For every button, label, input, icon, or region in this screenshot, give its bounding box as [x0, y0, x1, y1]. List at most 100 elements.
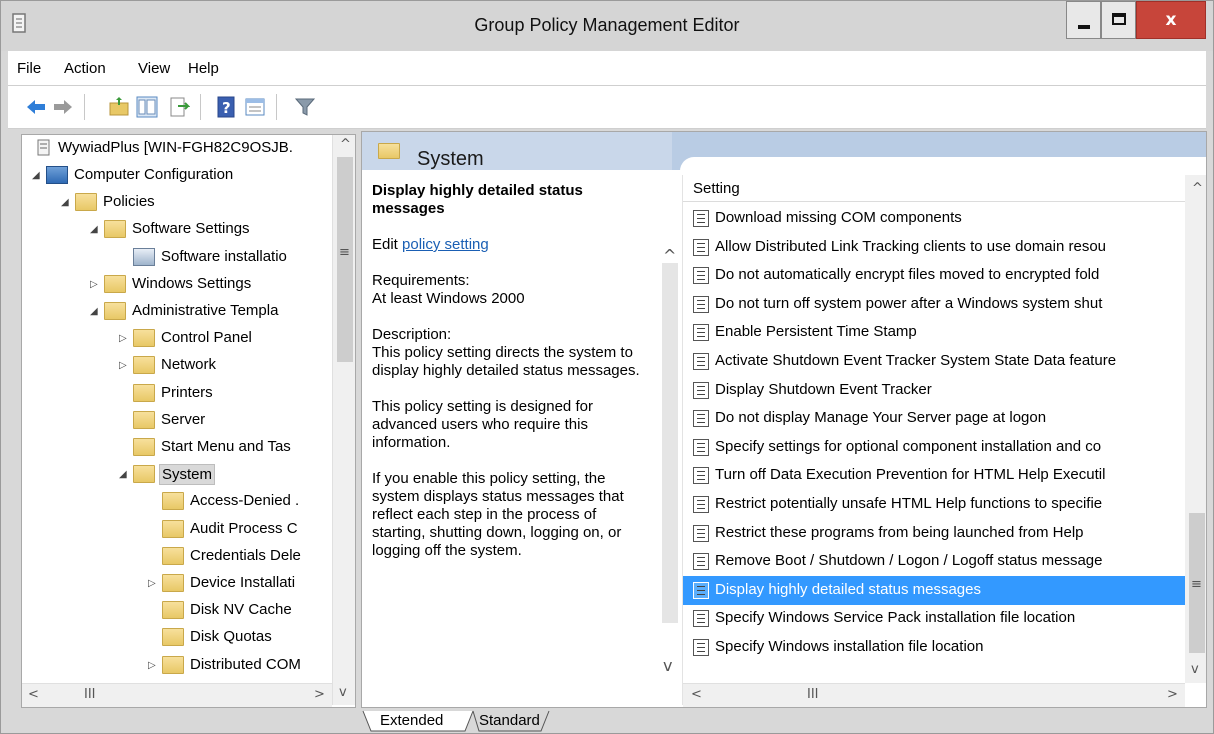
setting-row[interactable]: Enable Persistent Time Stamp: [683, 318, 1185, 347]
close-button[interactable]: x: [1136, 1, 1206, 39]
scroll-down-icon[interactable]: v: [1191, 662, 1199, 677]
column-header-setting[interactable]: Setting: [683, 175, 1185, 202]
setting-label: Enable Persistent Time Stamp: [715, 323, 917, 341]
setting-row[interactable]: Allow Distributed Link Tracking clients …: [683, 233, 1185, 262]
tree-item[interactable]: ◢ Computer Configuration: [32, 164, 352, 191]
maximize-icon: [1112, 13, 1126, 25]
setting-row[interactable]: Display highly detailed status messages: [683, 575, 1185, 605]
scroll-up-icon[interactable]: ^: [340, 137, 351, 152]
menu-action[interactable]: Action: [64, 60, 106, 77]
expand-arrow-icon[interactable]: ▷: [119, 360, 129, 372]
show-hide-tree-icon[interactable]: [136, 96, 158, 118]
collapse-arrow-icon[interactable]: ◢: [119, 469, 129, 481]
tree-vertical-scrollbar[interactable]: ^ ≡ v: [332, 135, 355, 705]
scroll-right-icon[interactable]: >: [1167, 687, 1178, 702]
scroll-left-icon[interactable]: <: [28, 687, 39, 702]
tree-item[interactable]: ▷ Network: [119, 354, 355, 381]
requirements-label: Requirements:: [372, 272, 470, 289]
settings-horizontal-scrollbar[interactable]: < III >: [683, 683, 1185, 707]
setting-row[interactable]: Specify Windows installation file locati…: [683, 633, 1185, 662]
tree-item[interactable]: ▷ Distributed COM: [148, 654, 355, 681]
tree-item[interactable]: Credentials Dele: [148, 545, 355, 572]
setting-row[interactable]: Display Shutdown Event Tracker: [683, 376, 1185, 405]
tree-item[interactable]: ◢ Administrative Templa: [90, 300, 355, 327]
filter-icon[interactable]: [294, 96, 316, 118]
export-list-icon[interactable]: [168, 96, 190, 118]
tree-item[interactable]: Start Menu and Tas: [119, 436, 355, 463]
tree-item[interactable]: ◢ System: [119, 463, 355, 490]
setting-label: Specify Windows installation file locati…: [715, 638, 984, 655]
tree-item-label: Printers: [161, 383, 213, 401]
setting-row[interactable]: Restrict potentially unsafe HTML Help fu…: [683, 490, 1185, 519]
view-tabs: Extended Standard: [361, 709, 1207, 733]
scroll-down-icon[interactable]: v: [339, 685, 347, 700]
maximize-button[interactable]: [1101, 1, 1136, 39]
setting-label: Do not turn off system power after a Win…: [715, 294, 1103, 312]
collapse-arrow-icon[interactable]: ◢: [61, 197, 71, 209]
setting-row[interactable]: Activate Shutdown Event Tracker System S…: [683, 347, 1185, 376]
tree-item[interactable]: ▷ Control Panel: [119, 327, 355, 354]
setting-row[interactable]: Restrict these programs from being launc…: [683, 519, 1185, 548]
setting-row[interactable]: Remove Boot / Shutdown / Logon / Logoff …: [683, 547, 1185, 576]
setting-label: Allow Distributed Link Tracking clients …: [715, 237, 1107, 255]
setting-row[interactable]: Specify Windows Service Pack installatio…: [683, 604, 1185, 633]
properties-icon[interactable]: [244, 96, 266, 118]
forward-arrow-icon[interactable]: [52, 96, 74, 118]
tree-item[interactable]: Audit Process C: [148, 518, 355, 545]
setting-row[interactable]: Do not automatically encrypt files moved…: [683, 261, 1185, 290]
menu-help[interactable]: Help: [188, 60, 219, 77]
policy-setting-icon: [693, 438, 709, 456]
tree-item-label: Network: [161, 356, 217, 374]
tree-root[interactable]: WywiadPlus [WIN-FGH82C9OSJB.: [36, 137, 336, 164]
help-icon[interactable]: ?: [216, 96, 238, 118]
expand-arrow-icon[interactable]: ▷: [148, 660, 158, 672]
tab-extended[interactable]: Extended: [380, 709, 443, 733]
tree-item[interactable]: ▷ Windows Settings: [90, 273, 355, 300]
tree-item[interactable]: ▷ Device Installati: [148, 572, 355, 599]
collapse-arrow-icon[interactable]: ◢: [90, 306, 100, 318]
scroll-grip-icon: III: [807, 687, 819, 702]
tree-item[interactable]: ◢ Policies: [61, 191, 355, 218]
description-scrollbar[interactable]: ^ v: [658, 228, 682, 678]
tree-item[interactable]: ◢ Software Settings: [90, 218, 355, 245]
requirements-value: At least Windows 2000: [372, 290, 525, 307]
setting-row[interactable]: Download missing COM components: [683, 204, 1185, 233]
setting-label: Download missing COM components: [715, 209, 962, 226]
collapse-arrow-icon[interactable]: ◢: [32, 170, 42, 182]
expand-arrow-icon[interactable]: ▷: [148, 578, 158, 590]
setting-row[interactable]: Turn off Data Execution Prevention for H…: [683, 461, 1185, 490]
setting-row[interactable]: Do not display Manage Your Server page a…: [683, 404, 1185, 433]
minimize-button[interactable]: [1066, 1, 1101, 39]
collapse-arrow-icon[interactable]: ◢: [90, 224, 100, 236]
edit-policy-link[interactable]: policy setting: [402, 236, 489, 253]
folder-icon: [133, 410, 155, 429]
setting-row[interactable]: Specify settings for optional component …: [683, 433, 1185, 462]
back-arrow-icon[interactable]: [25, 96, 47, 118]
up-folder-icon[interactable]: [108, 96, 130, 118]
tree-item[interactable]: Software installatio: [119, 246, 355, 273]
scroll-down-icon[interactable]: v: [663, 656, 672, 675]
computer-icon: [46, 166, 68, 184]
folder-icon: [104, 274, 126, 293]
folder-icon: [104, 302, 126, 320]
scroll-right-icon[interactable]: >: [314, 687, 325, 702]
close-icon: x: [1165, 10, 1177, 30]
setting-row[interactable]: Do not turn off system power after a Win…: [683, 290, 1185, 319]
menu-file[interactable]: File: [17, 60, 41, 77]
policy-setting-icon: [693, 553, 709, 571]
scroll-up-icon[interactable]: ^: [1192, 181, 1203, 196]
expand-arrow-icon[interactable]: ▷: [90, 279, 100, 291]
scroll-left-icon[interactable]: <: [691, 687, 702, 702]
tree-horizontal-scrollbar[interactable]: < III >: [22, 683, 332, 707]
scrollbar-thumb[interactable]: [662, 263, 678, 623]
tree-item[interactable]: Printers: [119, 382, 355, 409]
tree-item[interactable]: Server: [119, 409, 355, 436]
tree-item[interactable]: Disk Quotas: [148, 626, 355, 653]
tab-standard[interactable]: Standard: [479, 709, 540, 733]
expand-arrow-icon[interactable]: ▷: [119, 333, 129, 345]
tree-item[interactable]: Disk NV Cache: [148, 599, 355, 626]
policy-setting-icon: [693, 324, 709, 342]
tree-item[interactable]: Access-Denied .: [148, 490, 355, 517]
menu-view[interactable]: View: [138, 60, 170, 77]
settings-vertical-scrollbar[interactable]: ^ ≡ v: [1185, 175, 1206, 683]
